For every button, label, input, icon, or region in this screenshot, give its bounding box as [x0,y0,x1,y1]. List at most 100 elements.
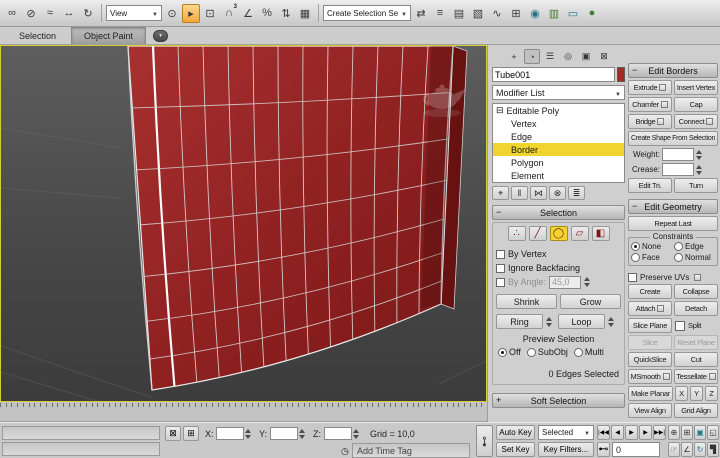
by-angle-checkbox[interactable] [496,278,505,287]
make-unique-icon[interactable]: ⋈ [530,186,547,200]
motion-panel-tab[interactable]: ◎ [560,49,576,64]
object-color-swatch[interactable] [617,67,625,82]
ignore-backfacing-checkbox[interactable]: Ignore Backfacing [496,261,621,275]
play-button[interactable]: ▶ [625,425,638,440]
zoom-region-icon[interactable]: ◱ [707,425,719,440]
attach-button[interactable]: Attach [628,301,672,316]
z-input[interactable] [324,427,352,440]
key-mode-toggle[interactable]: ⊷ [597,442,610,457]
go-to-end-button[interactable]: ▶▶| [653,425,666,440]
stack-item-editable-poly[interactable]: ⊟ Editable Poly [493,104,624,117]
unlink-selection-icon[interactable]: ⊘ [22,4,40,23]
radio-circle[interactable] [574,348,583,357]
edit-borders-rollout-header[interactable]: − Edit Borders [628,63,718,78]
view-align-button[interactable]: View Align [628,403,672,418]
x-input[interactable] [216,427,244,440]
radio-circle[interactable] [498,348,507,357]
ring-spinner[interactable] [546,317,555,327]
show-end-result-icon[interactable]: ‖ [511,186,528,200]
stack-item-element[interactable]: Element [493,169,624,182]
absolute-mode-toggle[interactable]: ⊞ [183,426,199,441]
constraint-normal-radio[interactable]: Normal [674,253,715,262]
create-button[interactable]: Create [628,284,672,299]
ribbon-tab-selection[interactable]: Selection [6,27,69,44]
settings-box[interactable] [657,305,664,312]
stack-item-edge[interactable]: Edge [493,130,624,143]
bind-to-space-warp-icon[interactable]: ≈ [41,4,59,23]
border-mode-button[interactable]: ◯ [550,226,568,241]
reference-coordinate-dropdown[interactable]: View [106,5,162,21]
settings-box[interactable] [706,118,713,125]
display-panel-tab[interactable]: ▣ [578,49,594,64]
grow-button[interactable]: Grow [560,294,621,309]
edge-mode-button[interactable]: ╱ [529,226,547,241]
weight-spinner[interactable] [696,150,705,160]
keyboard-shortcut-override-icon[interactable]: ⊡ [201,4,219,23]
set-key-button[interactable]: Set Key [496,442,535,457]
ribbon-tab-object-paint[interactable]: Object Paint [71,27,146,44]
auto-key-button[interactable]: Auto Key [496,425,535,440]
current-frame-field[interactable]: 0 [612,442,660,457]
checkbox-box[interactable] [628,273,637,282]
snaps-toggle-icon[interactable]: ∩3 [220,4,238,23]
select-and-manipulate-icon[interactable]: ▸ [182,4,200,23]
stack-item-vertex[interactable]: Vertex [493,117,624,130]
preview-off-radio[interactable]: Off [498,347,521,357]
z-spinner[interactable] [353,429,362,439]
cap-button[interactable]: Cap [674,97,718,112]
percent-snap-toggle-icon[interactable]: % [258,4,276,23]
graphite-ribbon-toggle-icon[interactable]: ▧ [469,4,487,23]
next-frame-button[interactable]: ▶ [639,425,652,440]
quickslice-button[interactable]: QuickSlice [628,352,672,367]
by-angle-field[interactable]: 45,0 [549,276,581,289]
by-vertex-checkbox[interactable]: By Vertex [496,247,621,261]
spinner-snap-toggle-icon[interactable]: ⇅ [277,4,295,23]
add-time-tag-field[interactable]: Add Time Tag [352,443,470,458]
modifier-list-dropdown[interactable]: Modifier List [492,85,625,100]
loop-spinner[interactable] [608,317,617,327]
key-filters-button[interactable]: Key Filters... [538,442,594,457]
constraint-edge-radio[interactable]: Edge [674,242,715,251]
select-and-rotate-icon[interactable]: ↻ [79,4,97,23]
rendered-frame-window-icon[interactable]: ▭ [564,4,582,23]
selection-rollout-header[interactable]: − Selection [492,205,625,220]
angle-snap-toggle-icon[interactable]: ∠ [239,4,257,23]
select-and-link-icon[interactable]: ∞ [3,4,21,23]
edit-tri-button[interactable]: Edit Tri. [628,178,672,193]
radio-circle[interactable] [674,242,683,251]
radio-circle[interactable] [674,253,683,262]
constraint-face-radio[interactable]: Face [631,253,672,262]
key-filter-selected-dropdown[interactable]: Selected [538,425,594,440]
maxscript-mini-listener-bottom[interactable] [2,442,160,456]
maximize-viewport-icon[interactable]: ▜ [707,442,719,457]
selection-lock-toggle[interactable]: ⊠ [165,426,181,441]
schematic-view-icon[interactable]: ⊞ [507,4,525,23]
bridge-button[interactable]: Bridge [628,114,672,129]
reset-plane-button[interactable]: Reset Plane [674,335,718,350]
slice-plane-button[interactable]: Slice Plane [628,318,672,333]
settings-box[interactable] [661,101,668,108]
make-planar-y-button[interactable]: Y [690,386,703,401]
material-editor-icon[interactable]: ◉ [526,4,544,23]
y-spinner[interactable] [299,429,308,439]
x-spinner[interactable] [245,429,254,439]
make-planar-z-button[interactable]: Z [705,386,718,401]
by-angle-spinner[interactable] [584,277,593,287]
align-icon[interactable]: ≡ [431,4,449,23]
set-keys-button[interactable]: ⊶ [476,425,493,457]
extrude-button[interactable]: Extrude [628,80,672,95]
field-of-view-icon[interactable]: ∠ [681,442,693,457]
stack-expand-icon[interactable]: ⊟ [496,105,504,116]
configure-modifier-sets-icon[interactable]: ≣ [568,186,585,200]
repeat-last-button[interactable]: Repeat Last [628,216,718,231]
previous-frame-button[interactable]: ◀ [611,425,624,440]
mirror-icon[interactable]: ⇄ [412,4,430,23]
preserve-uvs-checkbox[interactable]: Preserve UVs [628,270,718,284]
pan-icon[interactable]: ☞ [668,442,680,457]
msmooth-button[interactable]: MSmooth [628,369,672,384]
checkbox-box[interactable] [496,264,505,273]
render-production-icon[interactable]: ● [583,4,601,23]
select-and-move-icon[interactable]: ↔ [60,4,78,23]
modify-panel-tab[interactable]: ◔ [524,49,540,64]
ring-button[interactable]: Ring [496,314,543,329]
